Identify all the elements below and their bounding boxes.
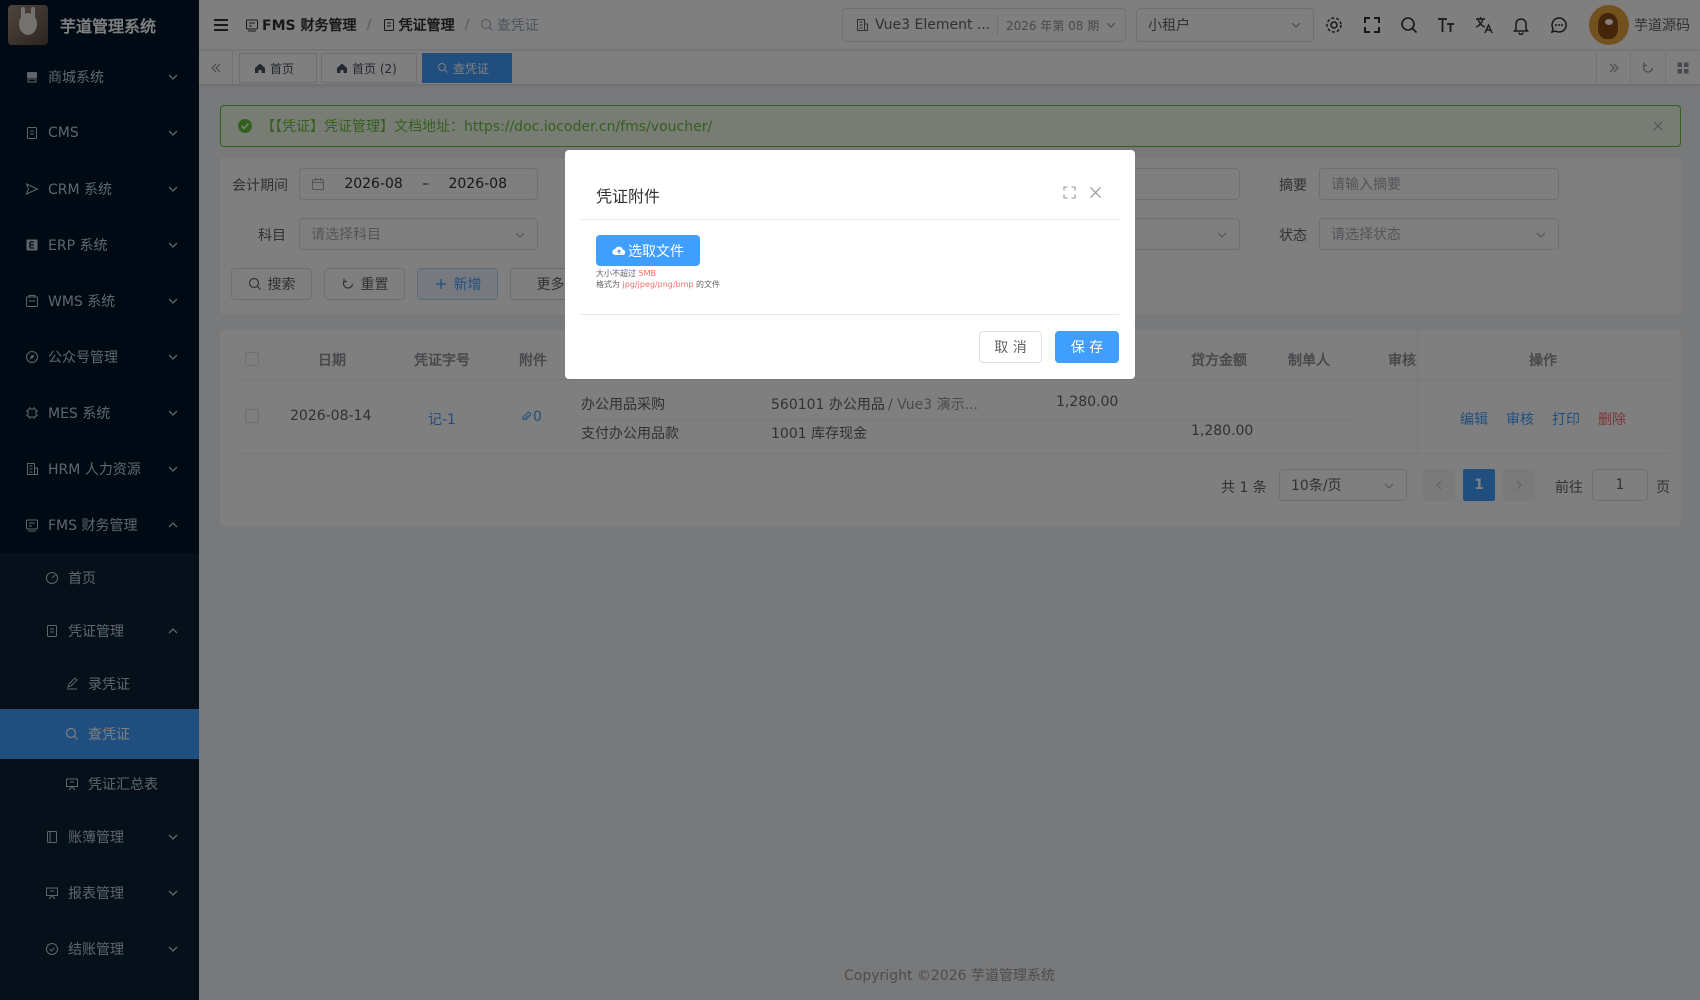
tip-size-value: 5MB [638, 269, 657, 278]
save-button[interactable]: 保 存 [1055, 331, 1119, 363]
tip-text: 大小不超过 [596, 269, 636, 278]
cancel-button[interactable]: 取 消 [979, 331, 1042, 363]
dialog-header-divider [581, 219, 1119, 220]
voucher-attachment-dialog: 凭证附件 选取文件 大小不超过 5MB 格式为 jpg/jpeg/png/bmp… [565, 150, 1135, 379]
button-label: 选取文件 [628, 243, 684, 260]
tip-format-value: jpg/jpeg/png/bmp [622, 280, 694, 289]
select-file-button[interactable]: 选取文件 [596, 235, 700, 266]
tip-text: 的文件 [696, 280, 721, 289]
fullscreen-icon[interactable] [1063, 186, 1076, 199]
upload-format-tip: 格式为 jpg/jpeg/png/bmp 的文件 [596, 279, 720, 290]
tip-text: 格式为 [596, 280, 620, 289]
dialog-title: 凭证附件 [596, 187, 661, 206]
upload-size-tip: 大小不超过 5MB [596, 268, 656, 279]
dialog-footer-divider [581, 314, 1119, 315]
close-icon[interactable] [1089, 186, 1102, 199]
upload-cloud-icon [612, 246, 626, 255]
